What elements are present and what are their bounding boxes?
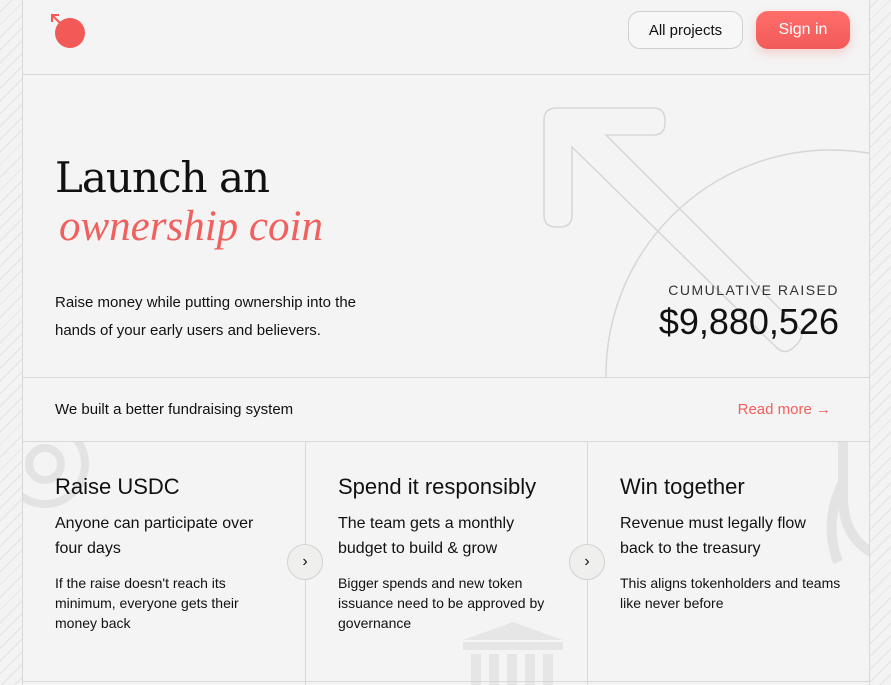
top-nav: All projects Sign in <box>23 0 869 75</box>
feature-subtitle: Anyone can participate over four days <box>55 515 254 557</box>
cumulative-raised-value: $9,880,526 <box>658 301 839 342</box>
feature-title: Win together <box>620 474 745 499</box>
info-strip: We built a better fundraising system Rea… <box>23 378 869 442</box>
section-divider <box>23 681 869 682</box>
strip-text: We built a better fundraising system <box>55 401 294 418</box>
chevron-right-icon: › <box>584 553 590 570</box>
next-feature-button[interactable]: › <box>569 544 605 580</box>
chevron-right-icon: › <box>302 553 308 570</box>
cumulative-raised-label: CUMULATIVE RAISED <box>668 282 839 298</box>
feature-title: Raise USDC <box>55 474 180 499</box>
hero-description: Raise money while putting ownership into… <box>55 294 357 339</box>
next-feature-button[interactable]: › <box>287 544 323 580</box>
hero-title-line1: Launch an <box>55 153 270 202</box>
read-more-link[interactable]: Read more → <box>738 401 831 418</box>
feature-card-raise: Raise USDC Anyone can participate over f… <box>23 442 306 685</box>
features-section: Raise USDC Anyone can participate over f… <box>23 442 869 685</box>
feature-title: Spend it responsibly <box>338 474 537 499</box>
page-frame: All projects Sign in Launch an ownership… <box>22 0 870 685</box>
feature-card-win: Win together Revenue must legally flow b… <box>587 442 869 685</box>
feature-card-spend: Spend it responsibly The team gets a mon… <box>305 442 588 685</box>
feature-detail: This aligns tokenholders and teams like … <box>620 575 841 611</box>
hero-section: Launch an ownership coin Raise money whi… <box>23 75 869 378</box>
feature-subtitle: Revenue must legally flow back to the tr… <box>620 515 806 557</box>
feature-detail: If the raise doesn't reach its minimum, … <box>55 575 239 631</box>
coin-arrow-logo-icon[interactable] <box>49 12 87 50</box>
feature-subtitle: The team gets a monthly budget to build … <box>338 515 515 557</box>
sign-in-button[interactable]: Sign in <box>756 11 850 49</box>
all-projects-button[interactable]: All projects <box>628 11 743 49</box>
hero-title-line2: ownership coin <box>59 203 323 250</box>
feature-detail: Bigger spends and new token issuance nee… <box>338 575 545 631</box>
